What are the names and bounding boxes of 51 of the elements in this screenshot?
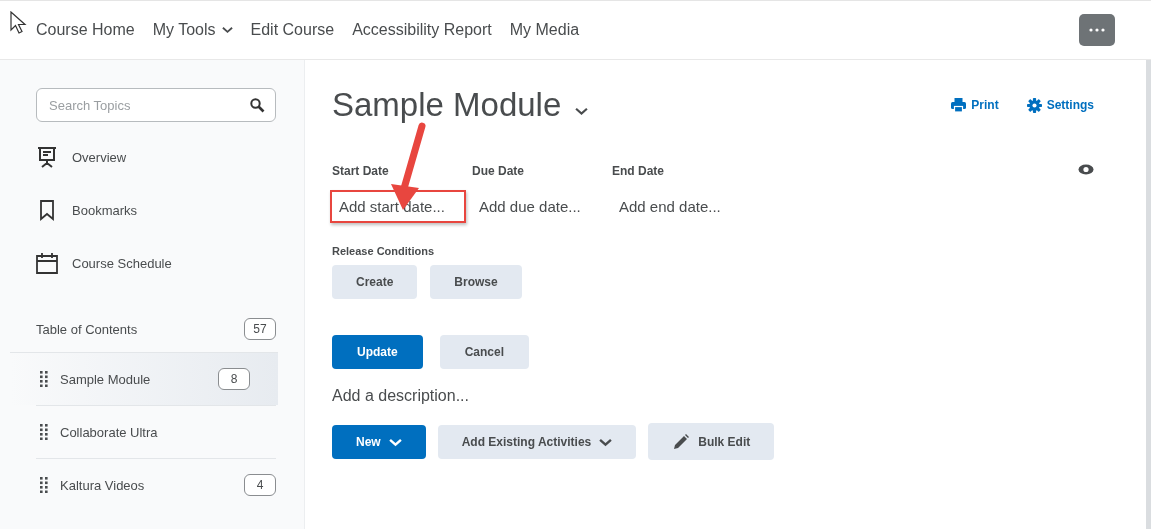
presentation-icon — [36, 146, 58, 168]
drag-handle-icon[interactable] — [40, 371, 48, 387]
printer-icon[interactable] — [951, 98, 967, 112]
count-badge: 8 — [218, 368, 250, 390]
module-name: Kaltura Videos — [60, 477, 146, 493]
date-field[interactable]: Add start date... — [330, 190, 466, 223]
release-condition-button[interactable]: Create — [332, 265, 418, 299]
date-label: End Date — [612, 164, 665, 178]
ellipsis-icon[interactable] — [1089, 28, 1105, 32]
module-item[interactable]: Kaltura Videos 4 — [36, 458, 276, 511]
chevron-down-icon[interactable] — [575, 106, 589, 116]
sidebar-link[interactable]: Course Schedule — [72, 255, 172, 271]
module-item[interactable]: Sample Module 8 — [10, 352, 278, 405]
nav-link[interactable]: Edit Course — [250, 21, 335, 39]
chevron-down-icon[interactable] — [221, 26, 233, 34]
settings-icon[interactable] — [1026, 97, 1042, 113]
nav-link[interactable]: Course Home — [36, 21, 135, 39]
table-of-contents-label[interactable]: Table of Contents — [36, 321, 138, 337]
module-title: Sample Module — [332, 86, 562, 124]
count-badge: 4 — [244, 474, 276, 496]
drag-handle-icon[interactable] — [40, 424, 48, 440]
toolbar-button[interactable]: New — [332, 425, 426, 459]
calendar-icon — [36, 252, 58, 274]
search-field[interactable]: Search Topics — [36, 88, 276, 122]
sidebar-link[interactable]: Bookmarks — [72, 202, 138, 218]
toolbar-button[interactable]: Bulk Edit — [648, 423, 775, 460]
chevron-down-icon — [388, 437, 402, 447]
count-badge: 57 — [244, 318, 276, 340]
release-condition-button[interactable]: Browse — [430, 265, 522, 299]
toolbar-button[interactable]: Add Existing Activities — [437, 425, 637, 459]
eye-icon[interactable] — [1078, 164, 1094, 175]
search-icon[interactable] — [250, 98, 265, 113]
form-button[interactable]: Cancel — [439, 335, 530, 369]
nav-link[interactable]: Accessibility Report — [352, 21, 492, 39]
sidebar-link[interactable]: Overview — [72, 149, 127, 165]
module-name: Sample Module — [60, 371, 152, 387]
module-name: Collaborate Ultra — [60, 424, 159, 440]
date-label: Start Date — [332, 164, 390, 178]
more-options-button[interactable] — [1079, 14, 1115, 46]
mouse-pointer-icon — [10, 11, 28, 35]
pencil-icon — [672, 432, 691, 451]
module-item[interactable]: Collaborate Ultra — [36, 405, 276, 458]
settings-link[interactable]: Settings — [1026, 97, 1094, 113]
date-label: Due Date — [472, 164, 525, 178]
form-button[interactable]: Update — [332, 335, 423, 369]
release-conditions-label: Release Conditions — [332, 245, 436, 257]
chevron-down-icon — [599, 437, 613, 447]
drag-handle-icon[interactable] — [40, 477, 48, 493]
nav-link[interactable]: My Tools — [152, 21, 233, 39]
print-link[interactable]: Print — [951, 98, 999, 112]
nav-link[interactable]: My Media — [509, 21, 580, 39]
